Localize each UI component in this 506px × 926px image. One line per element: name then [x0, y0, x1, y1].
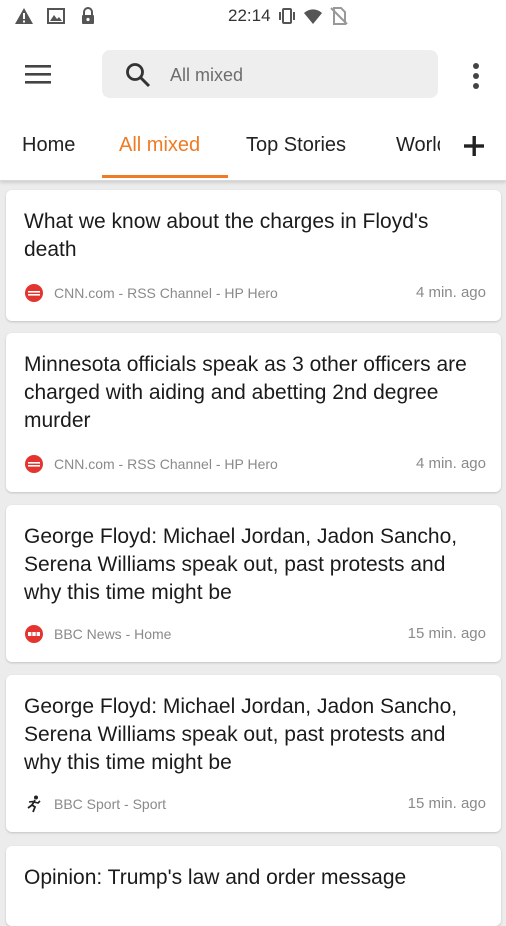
category-tabs: Home All mixed Top Stories World — [0, 118, 506, 181]
article-card[interactable]: George Floyd: Michael Jordan, Jadon Sanc… — [6, 505, 501, 662]
add-tab-icon[interactable] — [456, 128, 492, 164]
status-time: 22:14 — [228, 6, 271, 25]
article-card[interactable]: George Floyd: Michael Jordan, Jadon Sanc… — [6, 675, 501, 832]
article-card[interactable]: Minnesota officials speak as 3 other off… — [6, 333, 501, 492]
article-title: George Floyd: Michael Jordan, Jadon Sanc… — [24, 525, 458, 604]
article-title: Opinion: Trump's law and order message — [24, 866, 407, 889]
search-text: All mixed — [170, 65, 244, 85]
article-card[interactable]: What we know about the charges in Floyd'… — [6, 190, 501, 321]
article-meta: CNN.com - RSS Channel - HP Hero 4 min. a… — [24, 454, 486, 474]
article-time: 15 min. ago — [407, 625, 486, 642]
status-left-icons — [14, 6, 98, 26]
bbc-logo-icon — [25, 625, 43, 643]
article-source: CNN.com - RSS Channel - HP Hero — [54, 285, 278, 301]
article-source: BBC News - Home — [54, 626, 172, 642]
vibrate-icon — [278, 8, 295, 24]
cnn-logo-icon — [25, 284, 43, 302]
article-meta: BBC News - Home 15 min. ago — [24, 624, 486, 644]
tab-world[interactable]: World — [396, 134, 440, 157]
article-title: What we know about the charges in Floyd'… — [24, 210, 429, 261]
article-time: 15 min. ago — [407, 795, 486, 812]
search-icon — [126, 63, 151, 88]
running-figure-icon — [27, 795, 41, 813]
article-title: Minnesota officials speak as 3 other off… — [24, 353, 467, 432]
article-card[interactable]: Opinion: Trump's law and order message — [6, 846, 501, 926]
more-options-icon[interactable] — [462, 58, 490, 94]
top-toolbar: All mixed — [0, 34, 506, 118]
lock-icon — [82, 7, 94, 24]
article-meta: BBC Sport - Sport 15 min. ago — [24, 794, 486, 814]
article-source: BBC Sport - Sport — [54, 796, 167, 812]
image-icon — [47, 8, 65, 24]
article-title: George Floyd: Michael Jordan, Jadon Sanc… — [24, 695, 458, 774]
hamburger-menu-icon[interactable] — [22, 58, 58, 94]
article-time: 4 min. ago — [415, 284, 486, 301]
status-bar: 22:14 — [0, 0, 506, 34]
search-field[interactable]: All mixed — [102, 50, 438, 98]
cnn-logo-icon — [25, 455, 43, 473]
tab-all-mixed[interactable]: All mixed — [119, 134, 200, 157]
article-source: CNN.com - RSS Channel - HP Hero — [54, 456, 278, 472]
tab-world-label: World — [396, 134, 440, 156]
tab-top-stories[interactable]: Top Stories — [246, 134, 346, 157]
tab-home[interactable]: Home — [22, 134, 75, 157]
article-time: 4 min. ago — [415, 455, 486, 472]
wifi-icon — [303, 9, 322, 24]
active-tab-indicator — [102, 175, 228, 178]
no-sim-icon — [329, 7, 348, 25]
warning-icon — [15, 8, 33, 24]
article-meta: CNN.com - RSS Channel - HP Hero 4 min. a… — [24, 283, 486, 303]
status-right-cluster: 22:14 — [228, 6, 349, 26]
